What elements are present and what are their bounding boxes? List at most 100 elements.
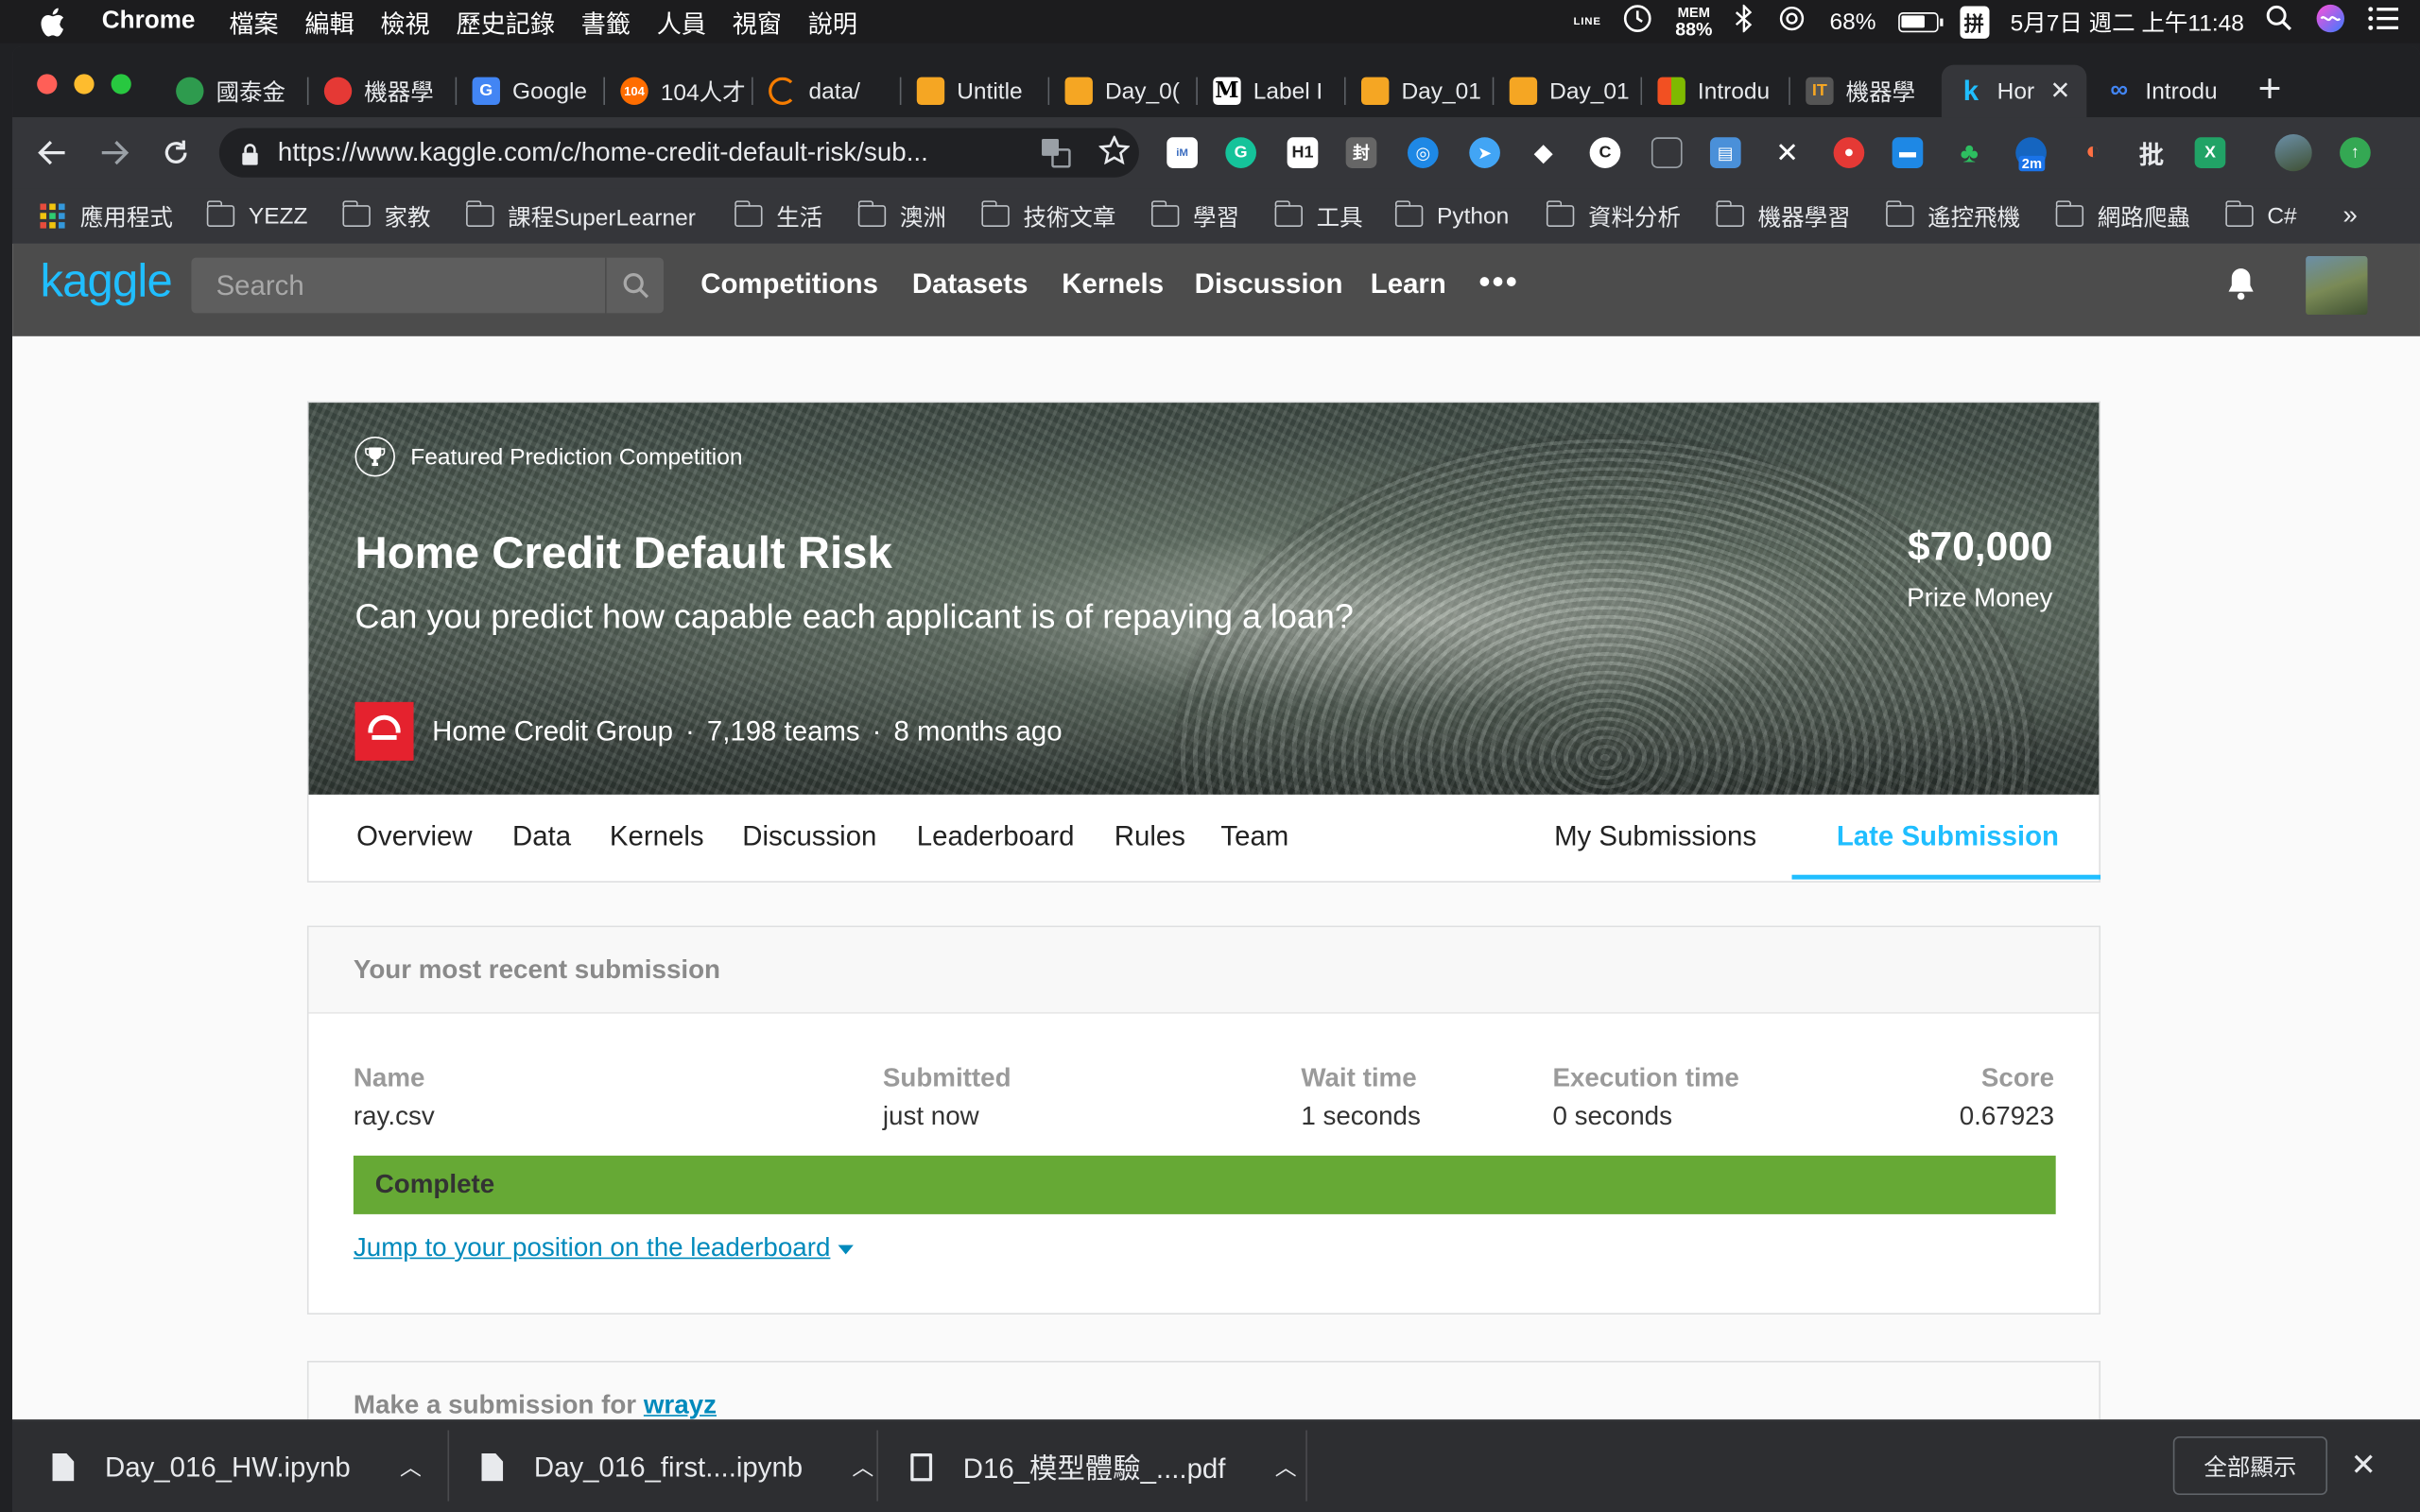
nav-learn[interactable]: Learn — [1371, 268, 1446, 301]
bookmarks-overflow-button[interactable]: » — [2342, 188, 2357, 244]
tab-label-medium[interactable]: M Label I — [1198, 65, 1346, 118]
tab-day-00[interactable]: Day_0( — [1049, 65, 1198, 118]
search-icon[interactable] — [604, 257, 664, 314]
back-button[interactable] — [34, 134, 71, 171]
download-item[interactable]: Day_016_HW.ipynb ︿ — [52, 1421, 422, 1512]
phone-extension-icon[interactable] — [1651, 137, 1683, 168]
address-bar[interactable]: https://www.kaggle.com/c/home-credit-def… — [218, 128, 1139, 178]
bookmark-folder-australia[interactable]: 澳洲 — [856, 188, 946, 244]
notifications-bell-icon[interactable] — [2222, 266, 2259, 302]
chinese-extension-icon[interactable]: 封 — [1345, 137, 1377, 168]
bookmark-folder-python[interactable]: Python — [1394, 188, 1509, 244]
tab-rules[interactable]: Rules — [1115, 821, 1185, 853]
shield-extension-icon[interactable]: ● — [1833, 137, 1865, 168]
bookmark-star-icon[interactable] — [1098, 134, 1131, 175]
tab-team[interactable]: Team — [1220, 821, 1288, 853]
nav-competitions[interactable]: Competitions — [700, 268, 878, 301]
profile-avatar-icon[interactable] — [2274, 134, 2312, 172]
nav-more-menu[interactable]: ••• — [1478, 263, 1519, 302]
menu-help[interactable]: 說明 — [808, 3, 857, 40]
tab-day-01b[interactable]: Day_01 — [1494, 65, 1643, 118]
close-shelf-icon[interactable]: ✕ — [2351, 1446, 2377, 1485]
tab-overview[interactable]: Overview — [356, 821, 472, 853]
tab-late-submission[interactable]: Late Submission — [1837, 821, 2059, 853]
nav-kernels[interactable]: Kernels — [1062, 268, 1164, 301]
tab-104[interactable]: 104 104人才 — [605, 65, 753, 118]
badge-extension-icon[interactable]: 2m — [2015, 137, 2047, 172]
kaggle-logo[interactable]: kaggle — [40, 256, 172, 309]
tab-ithome[interactable]: IT 機器學 — [1790, 65, 1939, 118]
headphone-extension-icon[interactable]: ◐ — [2078, 137, 2109, 168]
grammarly-extension-icon[interactable]: G — [1225, 137, 1256, 168]
tab-cathay[interactable]: 國泰金 — [161, 65, 309, 118]
nav-discussion[interactable]: Discussion — [1195, 268, 1343, 301]
spotlight-icon[interactable] — [2266, 5, 2293, 39]
bookmark-folder-tutor[interactable]: 家教 — [341, 188, 431, 244]
chevron-up-icon[interactable]: ︿ — [400, 1452, 422, 1483]
menu-history[interactable]: 歷史記錄 — [456, 3, 555, 40]
kaggle-search-input[interactable]: Search — [191, 257, 665, 314]
time-machine-icon[interactable] — [1623, 3, 1654, 40]
bookmark-apps[interactable]: 應用程式 — [40, 188, 173, 244]
menu-file[interactable]: 檔案 — [229, 3, 278, 40]
bookmark-folder-tools[interactable]: 工具 — [1273, 188, 1363, 244]
bookmark-folder-csharp[interactable]: C# — [2224, 188, 2297, 244]
ruler-extension-icon[interactable]: ▬ — [1892, 137, 1924, 168]
menu-edit[interactable]: 編輯 — [304, 3, 354, 40]
jump-to-leaderboard-link[interactable]: Jump to your position on the leaderboard — [354, 1232, 854, 1263]
compass-extension-icon[interactable]: ◎ — [1407, 137, 1439, 168]
nav-datasets[interactable]: Datasets — [912, 268, 1028, 301]
download-item[interactable]: D16_模型體驗_....pdf ︿ — [910, 1421, 1297, 1512]
lock-icon[interactable] — [241, 142, 260, 165]
new-tab-button[interactable]: + — [2258, 68, 2282, 108]
window-zoom-button[interactable] — [111, 74, 131, 94]
chevron-up-icon[interactable]: ︿ — [1275, 1452, 1297, 1483]
ghost-extension-icon[interactable]: C — [1589, 137, 1621, 168]
translate-icon[interactable] — [1040, 137, 1071, 176]
reload-button[interactable] — [158, 134, 195, 171]
menu-window[interactable]: 視窗 — [733, 3, 782, 40]
tab-kaggle-active[interactable]: k Hor ✕ — [1941, 64, 2087, 118]
h1-extension-icon[interactable]: H1 — [1287, 137, 1319, 168]
menu-people[interactable]: 人員 — [657, 3, 706, 40]
bookmark-folder-crawler[interactable]: 網路爬蟲 — [2054, 188, 2190, 244]
tab-kernels[interactable]: Kernels — [610, 821, 704, 853]
evernote-extension-icon[interactable]: ♣ — [1954, 136, 1985, 168]
username-link[interactable]: wrayz — [644, 1390, 717, 1419]
notification-center-icon[interactable] — [2367, 7, 2399, 38]
tab-leaderboard[interactable]: Leaderboard — [917, 821, 1075, 853]
bookmark-folder-ml[interactable]: 機器學習 — [1715, 188, 1851, 244]
host-name[interactable]: Home Credit Group — [432, 715, 673, 747]
chevron-up-icon[interactable]: ︿ — [852, 1452, 873, 1483]
tab-intro-coursera[interactable]: ∞ Introdu — [2090, 65, 2238, 118]
download-item[interactable]: Day_016_first....ipynb ︿ — [481, 1421, 873, 1512]
bookmark-folder-yezz[interactable]: YEZZ — [205, 188, 307, 244]
memory-monitor[interactable]: MEM 88% — [1675, 5, 1712, 38]
user-avatar[interactable] — [2306, 256, 2368, 316]
menubar-datetime[interactable]: 5月7日 週二 上午11:48 — [2011, 6, 2244, 38]
show-all-downloads-button[interactable]: 全部顯示 — [2172, 1435, 2328, 1496]
tab-google[interactable]: G Google — [457, 65, 605, 118]
forward-button[interactable] — [95, 134, 132, 171]
scissors-extension-icon[interactable]: ✕ — [1772, 136, 1803, 168]
bookmark-folder-rc-plane[interactable]: 遙控飛機 — [1885, 188, 2020, 244]
tab-data[interactable]: data/ — [753, 65, 902, 118]
apple-icon[interactable] — [40, 7, 71, 36]
rocket-extension-icon[interactable]: ➤ — [1469, 137, 1500, 168]
tab-discussion[interactable]: Discussion — [742, 821, 876, 853]
tab-close-icon[interactable]: ✕ — [2049, 76, 2070, 107]
battery-percent[interactable]: 68% — [1830, 9, 1876, 35]
update-icon[interactable]: ↑ — [2340, 137, 2371, 168]
siri-icon[interactable] — [2315, 3, 2346, 40]
bookmark-folder-superlearner[interactable]: 課程SuperLearner — [465, 188, 696, 244]
line-status-icon[interactable]: LINE — [1574, 16, 1601, 26]
menu-bookmarks[interactable]: 書籤 — [581, 3, 631, 40]
bookmark-folder-tech[interactable]: 技術文章 — [980, 188, 1115, 244]
window-minimize-button[interactable] — [74, 74, 95, 94]
tab-untitled[interactable]: Untitle — [901, 65, 1050, 118]
home-credit-logo-icon[interactable] — [354, 701, 414, 761]
imacros-extension-icon[interactable]: iM — [1167, 137, 1198, 168]
screenshot-extension-icon[interactable]: ▤ — [1709, 137, 1741, 168]
menu-view[interactable]: 檢視 — [380, 3, 429, 40]
tab-day-01a[interactable]: Day_01 — [1346, 65, 1495, 118]
